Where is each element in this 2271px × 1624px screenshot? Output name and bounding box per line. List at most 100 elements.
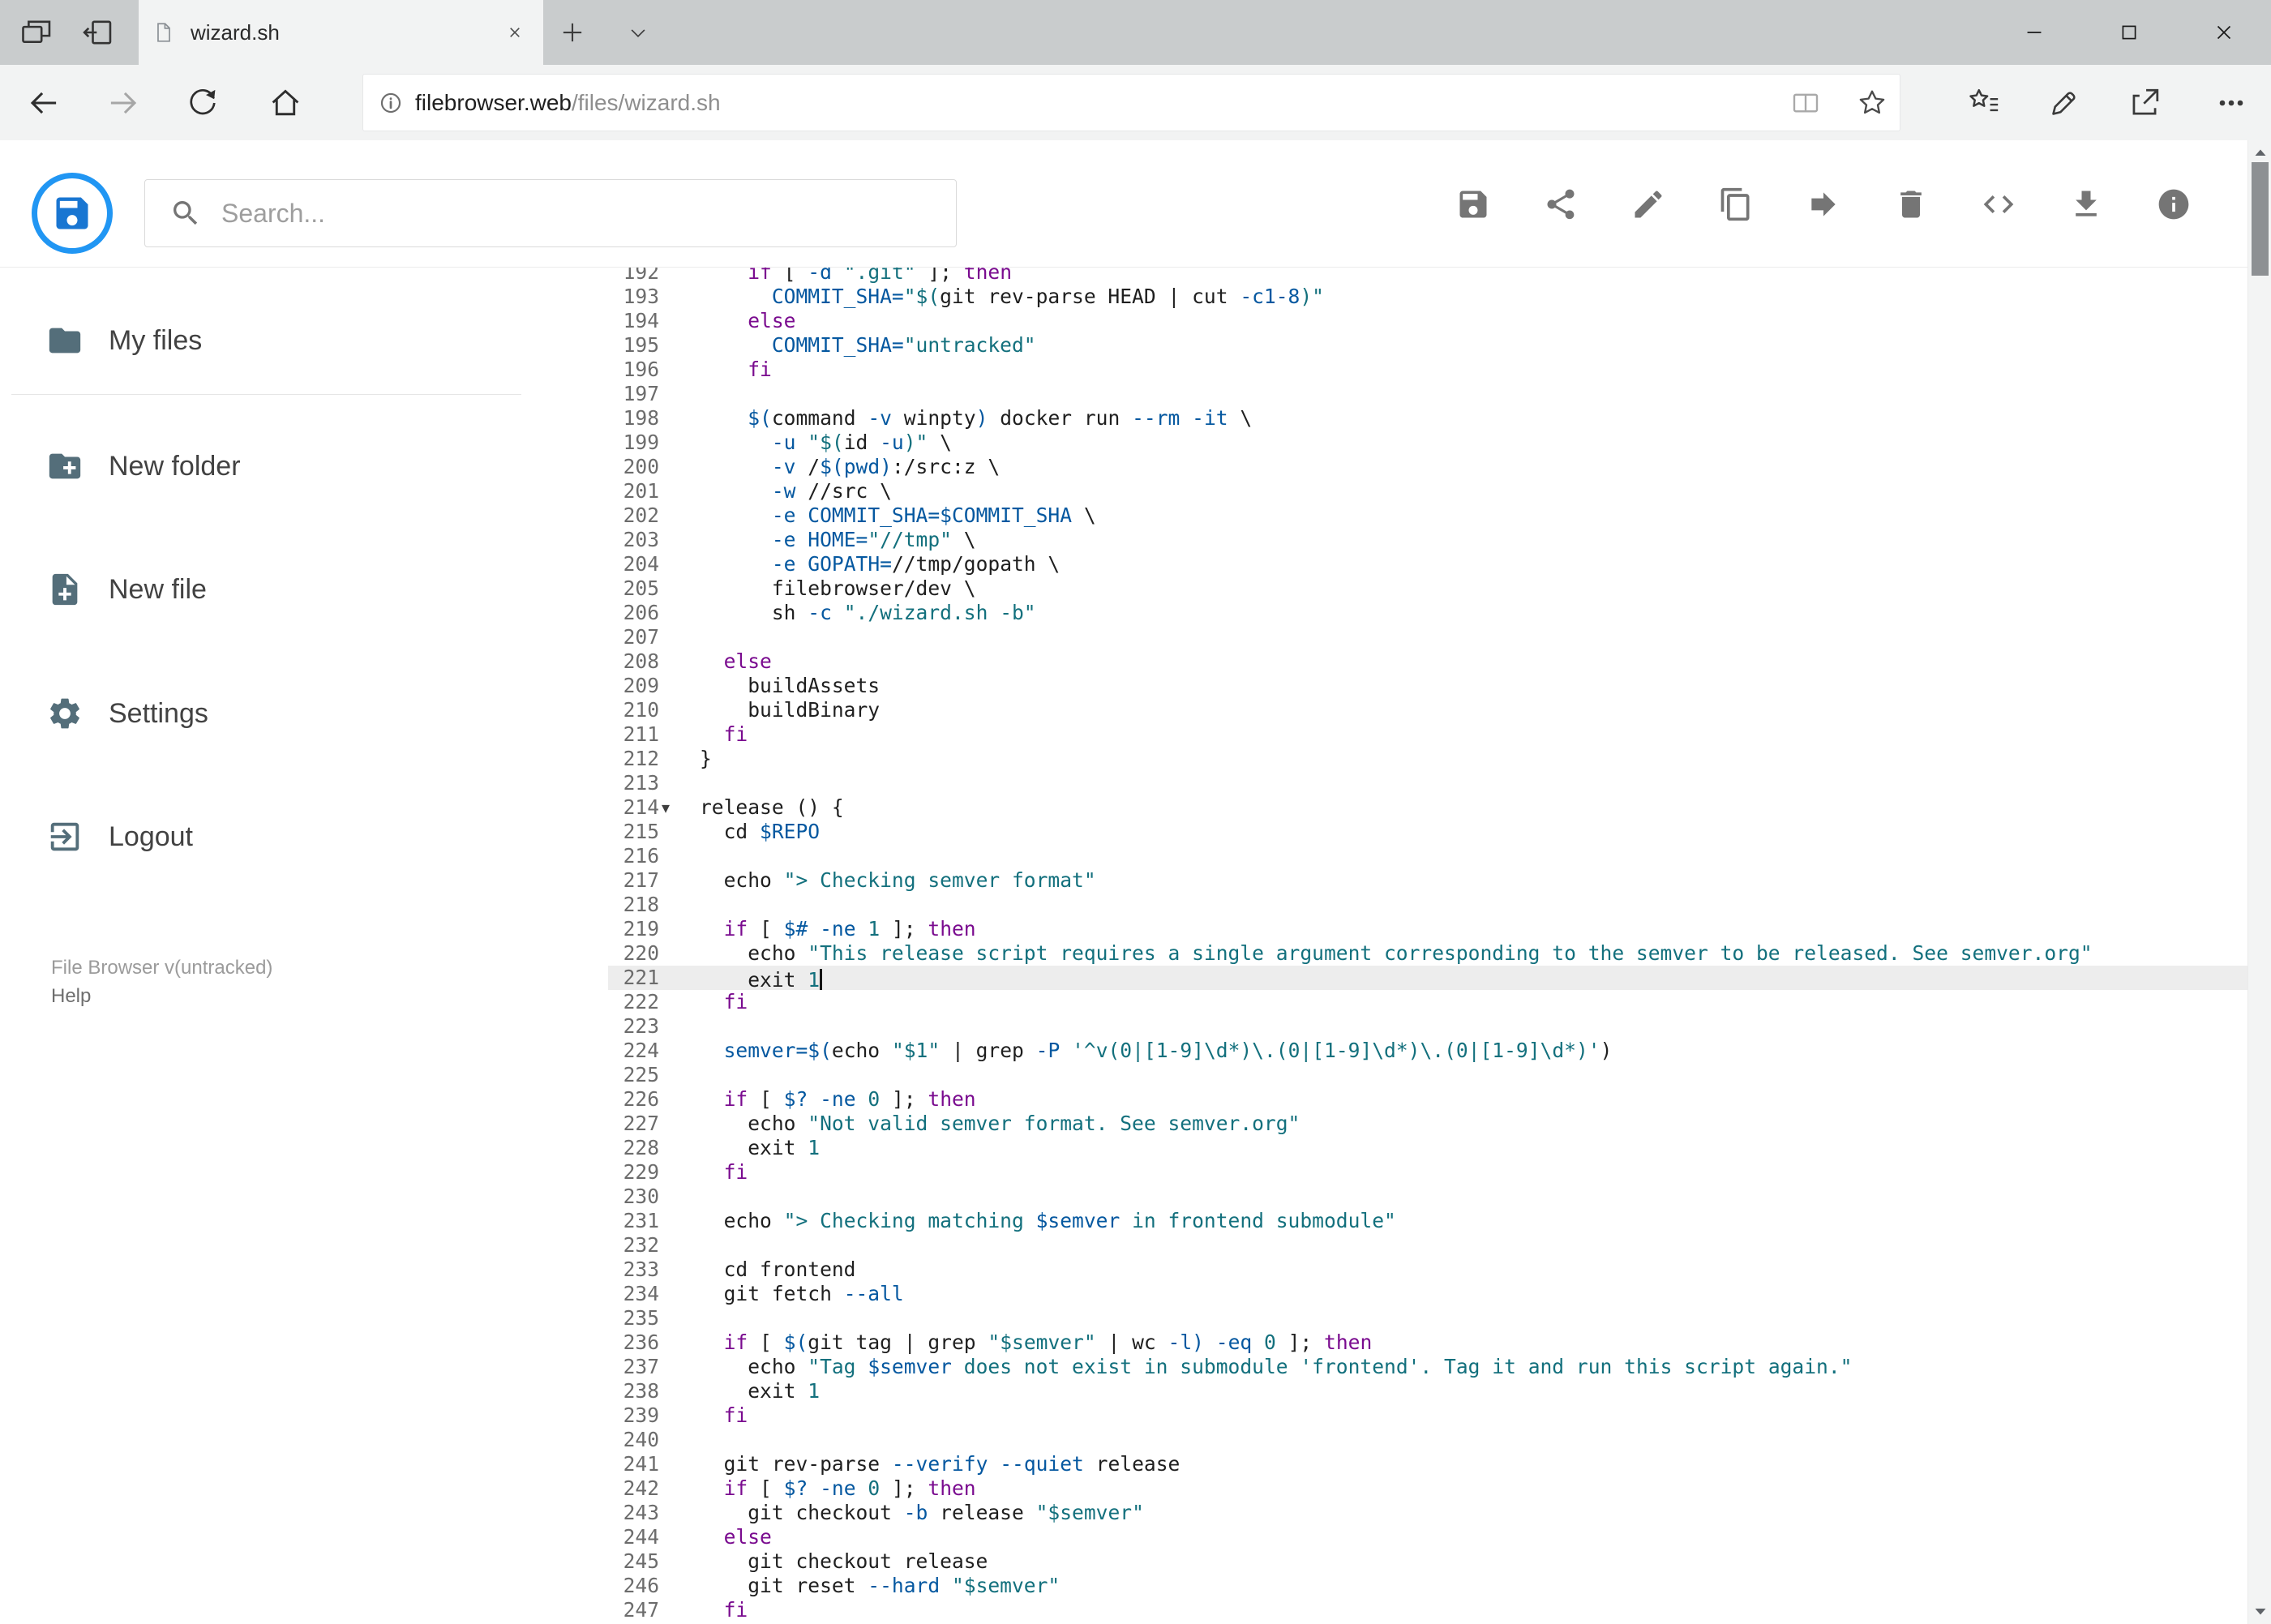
scrollbar-thumb[interactable]	[2252, 162, 2269, 276]
minimize-button[interactable]	[1986, 0, 2081, 65]
code-line-204[interactable]: 204 -e GOPATH=//tmp/gopath \	[608, 552, 2247, 576]
code-line-205[interactable]: 205 filebrowser/dev \	[608, 576, 2247, 601]
site-info-icon[interactable]	[376, 88, 405, 118]
back-button[interactable]	[19, 65, 68, 140]
download-button[interactable]	[2068, 186, 2104, 222]
code-line-239[interactable]: 239 fi	[608, 1403, 2247, 1428]
refresh-button[interactable]	[178, 65, 227, 140]
code-line-247[interactable]: 247 fi	[608, 1598, 2247, 1622]
sidebar-item-new-file[interactable]: New file	[0, 549, 608, 630]
sidebar-item-settings[interactable]: Settings	[0, 673, 608, 754]
code-line-206[interactable]: 206 sh -c "./wizard.sh -b"	[608, 601, 2247, 625]
code-line-193[interactable]: 193 COMMIT_SHA="$(git rev-parse HEAD | c…	[608, 285, 2247, 309]
code-line-229[interactable]: 229 fi	[608, 1160, 2247, 1185]
code-line-219[interactable]: 219 if [ $# -ne 1 ]; then	[608, 917, 2247, 941]
search-box[interactable]	[144, 179, 957, 247]
code-line-209[interactable]: 209 buildAssets	[608, 674, 2247, 698]
code-line-237[interactable]: 237 echo "Tag $semver does not exist in …	[608, 1355, 2247, 1379]
code-line-220[interactable]: 220 echo "This release script requires a…	[608, 941, 2247, 966]
tabs-set-aside-list-icon[interactable]	[19, 0, 54, 65]
web-notes-pen-button[interactable]	[2042, 65, 2087, 140]
sidebar-item-logout[interactable]: Logout	[0, 796, 608, 877]
code-editor[interactable]: 192 if [ -d ".git" ]; then 193 COMMIT_SHA…	[608, 268, 2247, 1624]
code-line-202[interactable]: 202 -e COMMIT_SHA=$COMMIT_SHA \	[608, 503, 2247, 528]
code-line-226[interactable]: 226 if [ $? -ne 0 ]; then	[608, 1087, 2247, 1112]
code-line-218[interactable]: 218	[608, 893, 2247, 917]
code-line-217[interactable]: 217 echo "> Checking semver format"	[608, 868, 2247, 893]
favorite-star-icon[interactable]	[1854, 75, 1890, 131]
code-line-227[interactable]: 227 echo "Not valid semver format. See s…	[608, 1112, 2247, 1136]
code-line-212[interactable]: 212}	[608, 747, 2247, 771]
fold-marker-icon[interactable]: ▾	[662, 795, 670, 820]
scroll-up-icon[interactable]	[2248, 140, 2271, 165]
code-line-245[interactable]: 245 git checkout release	[608, 1549, 2247, 1574]
filebrowser-logo[interactable]	[32, 173, 113, 254]
code-line-214[interactable]: 214 ▾ release () {	[608, 795, 2247, 820]
share-file-button[interactable]	[1543, 186, 1579, 222]
code-line-222[interactable]: 222 fi	[608, 990, 2247, 1014]
code-line-198[interactable]: 198 $(command -v winpty) docker run --rm…	[608, 406, 2247, 431]
code-line-208[interactable]: 208 else	[608, 649, 2247, 674]
code-view-button[interactable]	[1981, 186, 2016, 222]
code-line-223[interactable]: 223	[608, 1014, 2247, 1039]
code-line-238[interactable]: 238 exit 1	[608, 1379, 2247, 1403]
sidebar-item-my-files[interactable]: My files	[0, 300, 608, 381]
code-line-221[interactable]: 221 exit 1	[608, 966, 2247, 992]
close-button[interactable]	[2176, 0, 2271, 65]
code-line-243[interactable]: 243 git checkout -b release "$semver"	[608, 1501, 2247, 1525]
code-line-241[interactable]: 241 git rev-parse --verify --quiet relea…	[608, 1452, 2247, 1476]
sidebar-item-new-folder[interactable]: New folder	[0, 426, 608, 507]
code-line-242[interactable]: 242 if [ $? -ne 0 ]; then	[608, 1476, 2247, 1501]
new-tab-button[interactable]	[558, 0, 587, 65]
browser-tab[interactable]: wizard.sh	[139, 0, 543, 65]
code-line-210[interactable]: 210 buildBinary	[608, 698, 2247, 722]
save-button[interactable]	[1455, 186, 1491, 222]
home-button[interactable]	[261, 65, 310, 140]
code-line-244[interactable]: 244 else	[608, 1525, 2247, 1549]
code-line-246[interactable]: 246 git reset --hard "$semver"	[608, 1574, 2247, 1598]
forward-button[interactable]	[99, 65, 148, 140]
tab-preview-chevron-icon[interactable]	[624, 0, 652, 65]
address-bar[interactable]: filebrowser.web/files/wizard.sh	[362, 74, 1900, 131]
url-text[interactable]: filebrowser.web/files/wizard.sh	[415, 90, 721, 116]
code-line-211[interactable]: 211 fi	[608, 722, 2247, 747]
search-input[interactable]	[221, 198, 956, 229]
code-line-199[interactable]: 199 -u "$(id -u)" \	[608, 431, 2247, 455]
code-line-236[interactable]: 236 if [ $(git tag | grep "$semver" | wc…	[608, 1330, 2247, 1355]
move-button[interactable]	[1806, 186, 1841, 222]
set-tabs-aside-icon[interactable]	[79, 0, 115, 65]
code-line-233[interactable]: 233 cd frontend	[608, 1258, 2247, 1282]
code-line-195[interactable]: 195 COMMIT_SHA="untracked"	[608, 333, 2247, 358]
code-line-200[interactable]: 200 -v /$(pwd):/src:z \	[608, 455, 2247, 479]
tab-close-icon[interactable]	[504, 22, 525, 43]
code-line-231[interactable]: 231 echo "> Checking matching $semver in…	[608, 1209, 2247, 1233]
maximize-button[interactable]	[2081, 0, 2176, 65]
help-link[interactable]: Help	[51, 982, 272, 1010]
code-line-232[interactable]: 232	[608, 1233, 2247, 1258]
code-line-240[interactable]: 240	[608, 1428, 2247, 1452]
page-scrollbar[interactable]	[2247, 140, 2271, 1624]
copy-button[interactable]	[1718, 186, 1754, 222]
code-line-216[interactable]: 216	[608, 844, 2247, 868]
code-line-225[interactable]: 225	[608, 1063, 2247, 1087]
code-line-224[interactable]: 224 semver=$(echo "$1" | grep -P '^v(0|[…	[608, 1039, 2247, 1063]
more-options-button[interactable]	[2209, 65, 2254, 140]
scroll-down-icon[interactable]	[2248, 1600, 2271, 1624]
code-line-197[interactable]: 197	[608, 382, 2247, 406]
code-line-192[interactable]: 192 if [ -d ".git" ]; then	[608, 268, 2247, 285]
reading-view-icon[interactable]	[1788, 75, 1823, 131]
edit-button[interactable]	[1630, 186, 1666, 222]
code-line-194[interactable]: 194 else	[608, 309, 2247, 333]
code-line-203[interactable]: 203 -e HOME="//tmp" \	[608, 528, 2247, 552]
code-line-235[interactable]: 235	[608, 1306, 2247, 1330]
hub-favorites-button[interactable]	[1961, 65, 2007, 140]
share-button[interactable]	[2122, 65, 2167, 140]
code-line-234[interactable]: 234 git fetch --all	[608, 1282, 2247, 1306]
code-line-215[interactable]: 215 cd $REPO	[608, 820, 2247, 844]
code-line-207[interactable]: 207	[608, 625, 2247, 649]
code-line-228[interactable]: 228 exit 1	[608, 1136, 2247, 1160]
code-line-196[interactable]: 196 fi	[608, 358, 2247, 382]
info-button[interactable]	[2156, 186, 2192, 222]
code-line-213[interactable]: 213	[608, 771, 2247, 795]
code-line-230[interactable]: 230	[608, 1185, 2247, 1209]
